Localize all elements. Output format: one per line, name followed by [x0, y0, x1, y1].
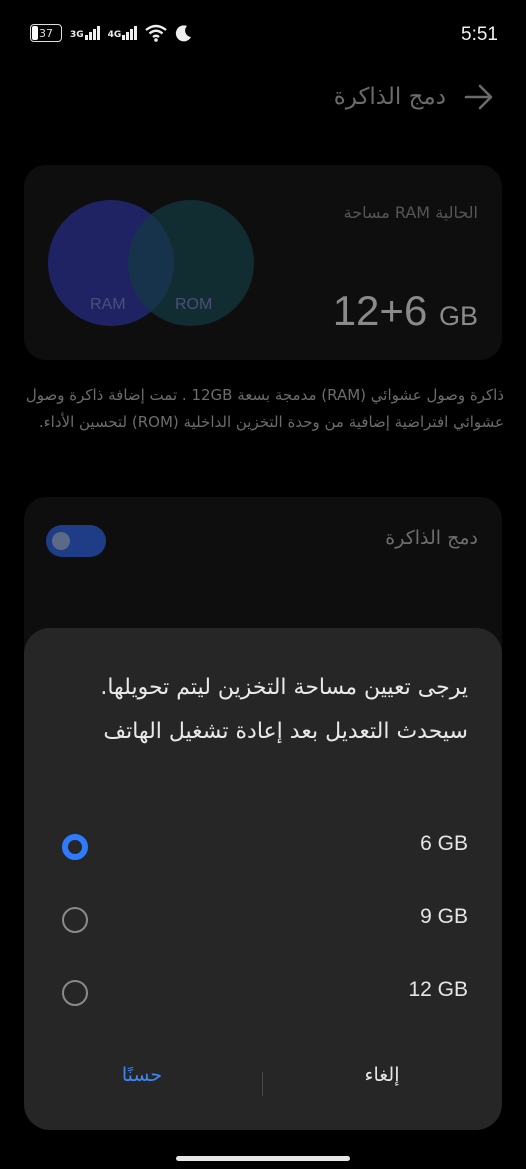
cancel-button[interactable]: إلغاء	[302, 1064, 462, 1100]
moon-icon	[176, 25, 192, 42]
divider	[262, 1072, 263, 1096]
dialog-actions: حسنًا إلغاء	[24, 1052, 502, 1112]
ram-card: RAM ROM مساحة RAM الحالية 12+6 GB	[24, 165, 502, 360]
option-label: 6 GB	[420, 832, 468, 855]
option-9gb[interactable]: 9 GB	[24, 891, 502, 951]
network-type-1: 3G	[70, 30, 84, 40]
status-icons: 37 3G 4G	[30, 24, 193, 42]
ram-amount: 12+6	[332, 287, 428, 334]
option-6gb[interactable]: 6 GB	[24, 818, 502, 878]
storage-dialog: يرجى تعيين مساحة التخزين ليتم تحويلها. س…	[24, 628, 502, 1130]
status-bar: 37 3G 4G 5:51	[0, 0, 526, 70]
venn-diagram: RAM ROM	[48, 200, 254, 326]
memory-merge-label: دمج الذاكرة	[385, 527, 478, 549]
ram-unit: GB	[438, 301, 478, 331]
ok-button[interactable]: حسنًا	[62, 1064, 222, 1100]
signal-icon: 3G	[70, 26, 100, 40]
home-indicator[interactable]	[176, 1156, 350, 1161]
description-text: ذاكرة وصول عشوائي (RAM) مدمجة بسعة 12GB …	[25, 386, 504, 431]
option-12gb[interactable]: 12 GB	[24, 964, 502, 1024]
header: دمج الذاكرة	[334, 80, 496, 114]
arrow-icon[interactable]	[462, 80, 496, 114]
option-label: 12 GB	[408, 978, 468, 1001]
memory-merge-toggle[interactable]	[46, 525, 106, 557]
battery-icon: 37	[30, 24, 62, 42]
option-label: 9 GB	[420, 905, 468, 928]
toggle-knob	[52, 532, 70, 550]
ram-circle-label: RAM	[90, 296, 126, 313]
signal-icon-2: 4G	[108, 26, 138, 40]
current-ram-value: 12+6 GB	[333, 287, 478, 335]
dialog-message: يرجى تعيين مساحة التخزين ليتم تحويلها. س…	[100, 675, 468, 744]
radio-icon[interactable]	[62, 980, 88, 1006]
battery-level: 37	[39, 26, 53, 40]
current-ram-label: مساحة RAM الحالية	[343, 203, 478, 222]
page-title: دمج الذاكرة	[333, 84, 446, 110]
radio-icon[interactable]	[62, 907, 88, 933]
rom-circle-label: ROM	[175, 296, 213, 313]
clock: 5:51	[461, 24, 498, 45]
network-type-2: 4G	[107, 30, 122, 40]
radio-selected-icon[interactable]	[62, 834, 88, 860]
wifi-icon	[145, 24, 168, 42]
